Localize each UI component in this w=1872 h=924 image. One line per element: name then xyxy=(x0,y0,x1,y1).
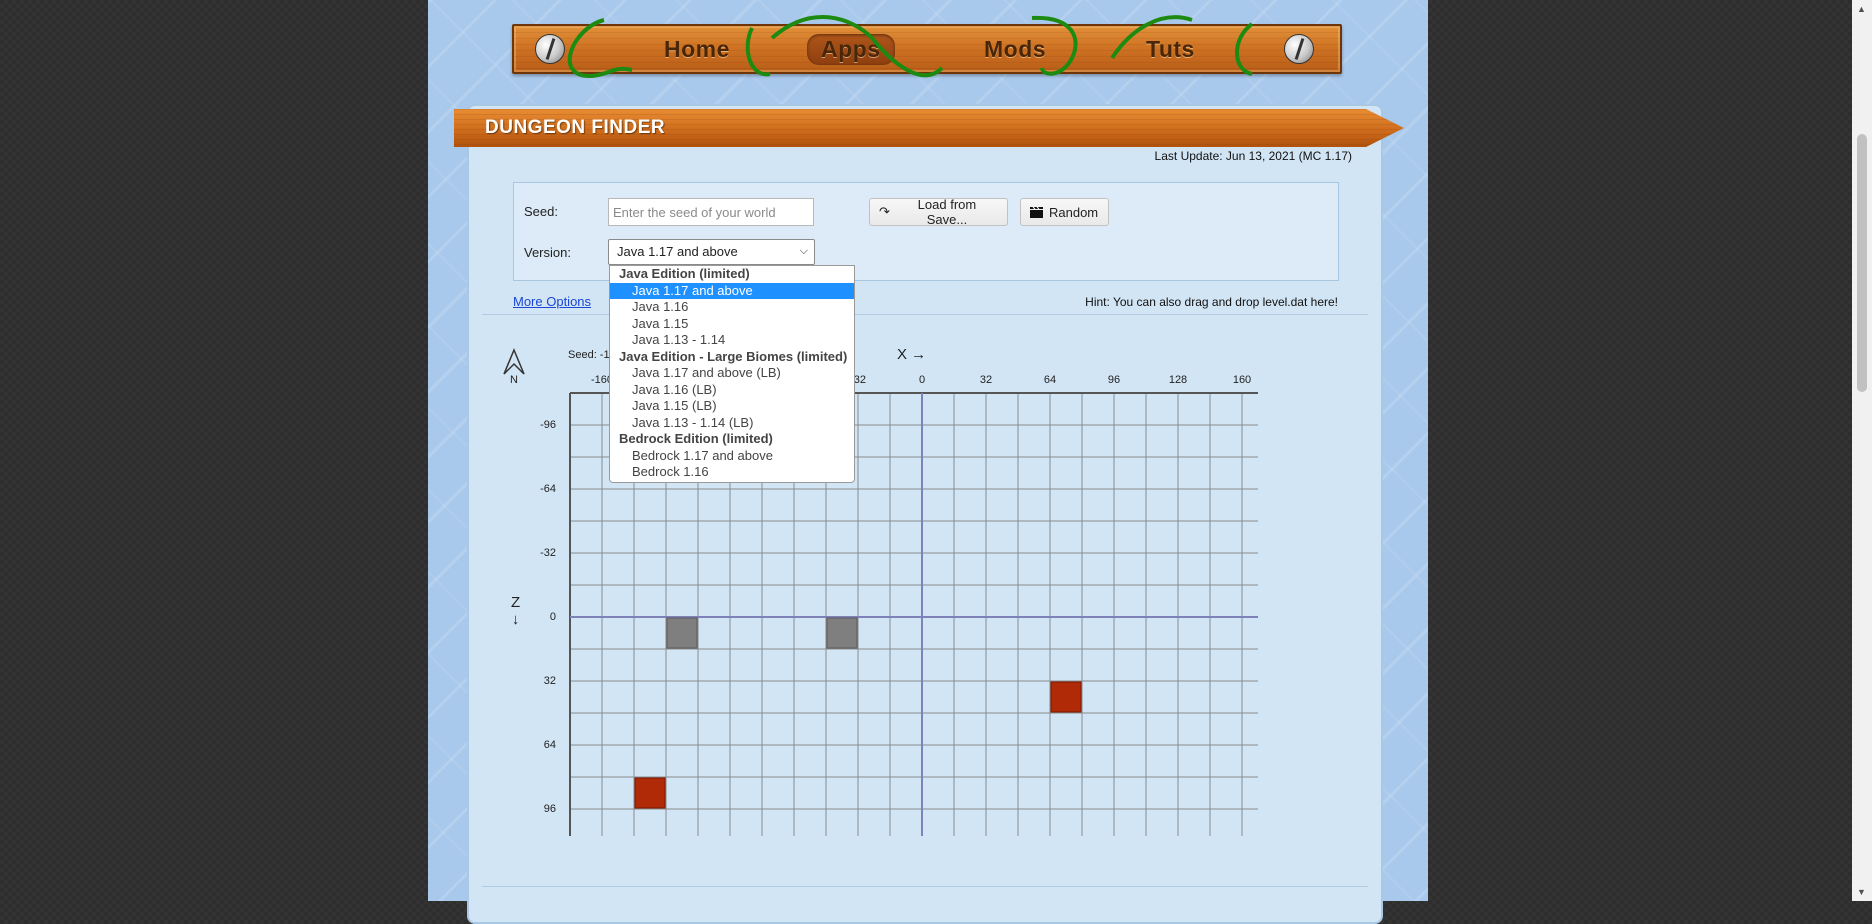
wood-grain xyxy=(514,26,1340,72)
dropdown-option[interactable]: Java 1.17 and above (LB) xyxy=(610,365,854,382)
x-tick-label: 128 xyxy=(1168,374,1188,386)
map-seed-display: Seed: -1 xyxy=(568,349,610,361)
dropdown-option[interactable]: Java 1.13 - 1.14 xyxy=(610,332,854,349)
chevron-down-icon: ⌵ xyxy=(799,245,808,257)
z-tick-label: -96 xyxy=(540,419,556,431)
z-tick-label: 32 xyxy=(543,675,556,687)
version-dropdown-list: Java Edition (limited) Java 1.17 and abov… xyxy=(609,265,855,483)
x-tick-label: 96 xyxy=(1107,374,1121,386)
z-tick-label: -32 xyxy=(540,547,556,559)
drag-drop-hint: Hint: You can also drag and drop level.d… xyxy=(1085,295,1338,309)
title-banner: DUNGEON FINDER xyxy=(454,109,1404,147)
z-axis-letter: Z xyxy=(511,594,521,611)
scroll-thumb[interactable] xyxy=(1857,134,1867,392)
dungeon-marker[interactable] xyxy=(1050,681,1082,713)
random-label: Random xyxy=(1049,204,1099,220)
dropdown-group-label: Java Edition (limited) xyxy=(619,266,750,281)
screw-right-icon xyxy=(1284,34,1314,64)
seed-input[interactable] xyxy=(608,198,814,226)
scroll-up-icon[interactable]: ▲ xyxy=(1857,4,1866,14)
page-scrollbar[interactable]: ▲ ▼ xyxy=(1852,0,1872,901)
nav-tuts[interactable]: Tuts xyxy=(1146,36,1195,63)
version-selected-value: Java 1.17 and above xyxy=(617,244,738,259)
nav-mods[interactable]: Mods xyxy=(984,36,1046,63)
random-button[interactable]: Random xyxy=(1020,198,1109,226)
bottom-divider xyxy=(482,886,1368,887)
scroll-down-icon[interactable]: ▼ xyxy=(1857,887,1866,897)
clapperboard-icon xyxy=(1030,206,1043,218)
dropdown-option[interactable]: Bedrock 1.16 xyxy=(610,464,854,481)
main-nav: Home Apps Mods Tuts xyxy=(512,24,1342,74)
dropdown-group-label: Java Edition - Large Biomes (limited) xyxy=(619,348,848,364)
load-from-save-button[interactable]: ↷ Load from Save... xyxy=(869,197,1008,227)
x-tick-label: 64 xyxy=(1043,374,1057,386)
dropdown-option[interactable]: Bedrock 1.17 and above xyxy=(610,448,854,465)
unconfirmed-dungeon-marker[interactable] xyxy=(666,617,698,649)
x-tick-label: 0 xyxy=(918,374,926,386)
z-tick-label: -64 xyxy=(540,483,556,495)
x-tick-label: 32 xyxy=(979,374,993,386)
dropdown-option[interactable]: Java 1.16 (LB) xyxy=(610,382,854,399)
more-options-link[interactable]: More Options xyxy=(513,294,591,309)
unconfirmed-dungeon-marker[interactable] xyxy=(826,617,858,649)
nav-home[interactable]: Home xyxy=(664,36,730,63)
z-tick-label: 64 xyxy=(543,739,556,751)
z-tick-label: 96 xyxy=(543,803,556,815)
z-axis-label: Z ↓ xyxy=(511,594,520,628)
dropdown-option[interactable]: Java 1.17 and above xyxy=(610,282,854,299)
reload-icon: ↷ xyxy=(879,204,890,219)
dropdown-option[interactable]: Java 1.15 xyxy=(610,316,854,333)
last-update-text: Last Update: Jun 13, 2021 (MC 1.17) xyxy=(1154,149,1352,163)
x-tick-label: 160 xyxy=(1232,374,1252,386)
version-label: Version: xyxy=(524,245,571,260)
version-select[interactable]: Java 1.17 and above ⌵ xyxy=(608,239,815,265)
screw-left-icon xyxy=(535,34,565,64)
nav-apps[interactable]: Apps xyxy=(807,34,895,65)
x-axis-label: X → xyxy=(897,346,927,363)
z-arrow-icon: ↓ xyxy=(511,611,520,628)
dropdown-option[interactable]: Java 1.15 (LB) xyxy=(610,398,854,415)
dropdown-option[interactable]: Java 1.13 - 1.14 (LB) xyxy=(610,415,854,432)
dungeon-marker[interactable] xyxy=(634,777,666,809)
z-tick-label: 0 xyxy=(549,611,556,623)
load-from-save-label: Load from Save... xyxy=(917,197,977,227)
north-label: N xyxy=(510,374,518,386)
north-arrow-icon xyxy=(503,348,525,375)
dropdown-option[interactable]: Java 1.16 xyxy=(610,299,854,316)
seed-label: Seed: xyxy=(524,204,558,219)
page-title: DUNGEON FINDER xyxy=(485,117,666,138)
dropdown-group-label: Bedrock Edition (limited) xyxy=(619,431,773,446)
